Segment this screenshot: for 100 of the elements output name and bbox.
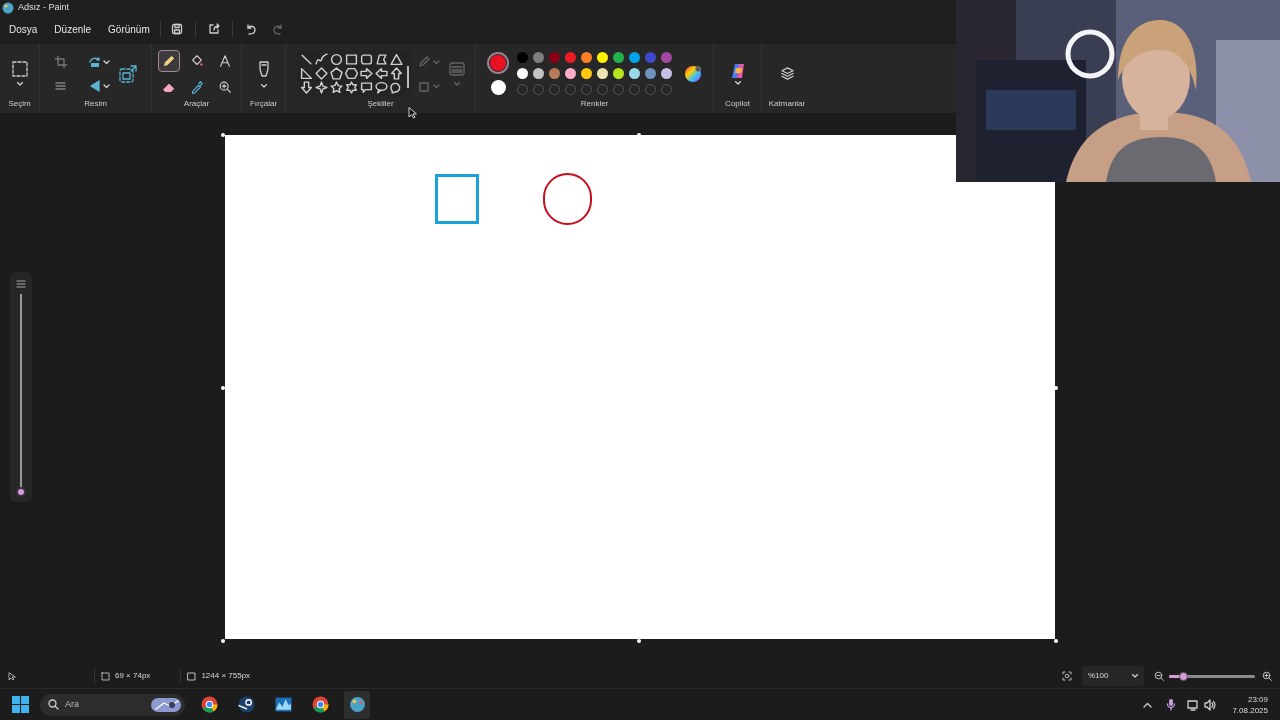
zoom-slider-thumb[interactable] — [1178, 671, 1188, 681]
search-field[interactable]: Ara — [65, 697, 145, 712]
color-swatch[interactable] — [565, 52, 576, 63]
save-icon[interactable] — [170, 23, 183, 35]
speech-bubble-icon[interactable] — [359, 81, 373, 94]
selection-size: 69 × 74px — [115, 670, 151, 682]
brush-size-slider[interactable] — [10, 272, 32, 502]
flip-icon[interactable] — [88, 79, 111, 92]
undo-icon[interactable] — [244, 23, 257, 35]
rectangle-icon[interactable] — [344, 53, 358, 66]
star-icon[interactable] — [329, 81, 343, 94]
zoom-out-icon[interactable] — [1154, 671, 1164, 681]
resize-handle[interactable] — [1054, 639, 1058, 643]
outline-icon[interactable] — [418, 55, 441, 68]
line-icon[interactable] — [299, 53, 313, 66]
color-picker-icon — [189, 79, 204, 94]
pentagon-icon[interactable] — [329, 67, 343, 80]
start-icon[interactable] — [12, 696, 29, 713]
group-label: Şekiller — [367, 98, 394, 110]
menu-item[interactable]: Düzenle — [54, 21, 92, 37]
redo-icon[interactable] — [271, 23, 284, 35]
triangle-icon[interactable] — [389, 53, 403, 66]
search-icon — [48, 699, 59, 710]
copilot-icon[interactable] — [729, 62, 746, 79]
color-swatch[interactable] — [565, 68, 576, 79]
tool-button[interactable] — [157, 49, 180, 72]
color-swatch[interactable] — [581, 68, 592, 79]
polygon-icon[interactable] — [374, 53, 388, 66]
oval-callout-icon[interactable] — [374, 81, 388, 94]
menu-item[interactable]: Görünüm — [108, 21, 150, 37]
microphone-icon[interactable] — [1166, 698, 1177, 711]
layers-icon[interactable] — [779, 66, 795, 81]
canvas-size-icon — [187, 671, 197, 681]
chrome-icon[interactable] — [311, 696, 329, 713]
slider-thumb[interactable] — [16, 487, 26, 497]
color-swatch[interactable] — [613, 52, 624, 63]
search-bar[interactable]: Ara — [40, 693, 185, 716]
six-point-star-icon[interactable] — [344, 81, 358, 94]
chrome-icon[interactable] — [200, 696, 218, 713]
curve-icon[interactable] — [314, 53, 328, 66]
diamond-icon[interactable] — [314, 67, 328, 80]
color-swatch[interactable] — [661, 52, 672, 63]
up-arrow-icon[interactable] — [389, 67, 403, 80]
oval-icon[interactable] — [329, 53, 343, 66]
cloud-callout-icon[interactable] — [389, 81, 403, 94]
resize-handle[interactable] — [637, 133, 641, 137]
resize-handle[interactable] — [221, 386, 225, 390]
resize-handle[interactable] — [1054, 386, 1058, 390]
resize-icon[interactable] — [118, 64, 137, 83]
primary-color-swatch[interactable] — [490, 55, 506, 71]
color-swatch[interactable] — [661, 68, 672, 79]
group-label: Resim — [84, 98, 107, 110]
zoom-dropdown[interactable]: %100 — [1082, 666, 1144, 686]
volume-icon[interactable] — [1204, 698, 1217, 711]
down-arrow-icon[interactable] — [299, 81, 313, 94]
color-swatch[interactable] — [629, 52, 640, 63]
color-swatch[interactable] — [549, 52, 560, 63]
clock[interactable]: 23:09 7.08.2025 — [1232, 693, 1268, 716]
steam-icon[interactable] — [237, 696, 255, 713]
color-swatch[interactable] — [645, 52, 656, 63]
color-swatch[interactable] — [533, 52, 544, 63]
window-title: Adsız - Paint — [18, 1, 70, 15]
rotate-icon[interactable] — [88, 55, 111, 68]
left-arrow-icon[interactable] — [374, 67, 388, 80]
menu-item[interactable]: Dosya — [9, 21, 38, 37]
color-swatch[interactable] — [613, 68, 624, 79]
color-swatch[interactable] — [597, 68, 608, 79]
four-point-star-icon[interactable] — [314, 81, 328, 94]
fit-to-window-icon[interactable] — [1062, 671, 1072, 681]
secondary-color-swatch[interactable] — [490, 80, 506, 95]
color-swatch[interactable] — [517, 52, 528, 63]
crop-icon[interactable] — [54, 55, 67, 68]
zoom-in-icon[interactable] — [1262, 671, 1272, 681]
fill-icon[interactable] — [418, 79, 441, 92]
paint-icon[interactable] — [348, 696, 366, 713]
rounded-rectangle-icon[interactable] — [359, 53, 373, 66]
color-swatch[interactable] — [629, 68, 640, 79]
brush-icon[interactable] — [257, 59, 270, 78]
network-icon[interactable] — [1187, 698, 1200, 711]
color-wheel-icon[interactable] — [684, 64, 702, 83]
hexagon-icon[interactable] — [344, 67, 358, 80]
color-swatch[interactable] — [581, 52, 592, 63]
color-swatch[interactable] — [533, 68, 544, 79]
resize-handle[interactable] — [221, 639, 225, 643]
right-triangle-icon[interactable] — [299, 67, 313, 80]
resize-handle[interactable] — [221, 133, 225, 137]
zoom-value: %100 — [1088, 670, 1109, 682]
color-swatch[interactable] — [597, 52, 608, 63]
color-swatch[interactable] — [645, 68, 656, 79]
share-icon[interactable] — [207, 23, 220, 35]
color-swatch[interactable] — [517, 68, 528, 79]
zoom-slider[interactable] — [1169, 674, 1255, 678]
group-label: Renkler — [580, 98, 609, 110]
time: 23:09 — [1247, 693, 1268, 705]
right-arrow-icon[interactable] — [359, 67, 373, 80]
selection-icon[interactable] — [11, 61, 28, 77]
color-swatch[interactable] — [549, 68, 560, 79]
chart-app-icon[interactable] — [274, 696, 292, 713]
resize-handle[interactable] — [637, 639, 641, 643]
chevron-up-icon[interactable] — [1143, 701, 1153, 708]
